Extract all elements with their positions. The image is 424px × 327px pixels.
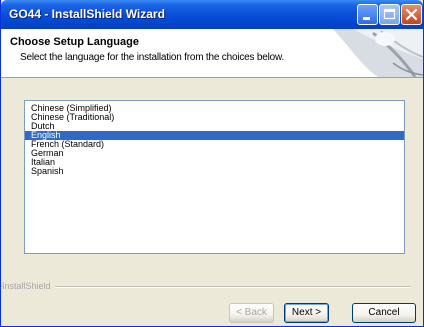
wizard-header: Choose Setup Language Select the languag… <box>1 29 423 78</box>
language-option[interactable]: Spanish <box>25 167 404 176</box>
branding-label: InstallShield <box>2 281 55 291</box>
minimize-icon <box>363 17 370 20</box>
language-listbox[interactable]: Chinese (Simplified) Chinese (Traditional… <box>24 100 405 254</box>
back-button[interactable]: < Back <box>229 303 274 323</box>
language-option[interactable]: French (Standard) <box>25 140 404 149</box>
page-subtitle: Select the language for the installation… <box>20 52 285 63</box>
branding-divider <box>1 286 411 288</box>
language-option[interactable]: German <box>25 149 404 158</box>
maximize-icon <box>383 8 396 20</box>
page-title: Choose Setup Language <box>10 36 139 48</box>
minimize-button[interactable] <box>357 4 378 25</box>
close-icon <box>405 8 418 21</box>
title-bar[interactable]: GO44 - InstallShield Wizard <box>1 0 423 29</box>
close-button[interactable] <box>401 4 422 25</box>
cancel-button[interactable]: Cancel <box>352 303 416 323</box>
installshield-wizard-window: GO44 - InstallShield Wizard Choose Setup… <box>0 0 424 327</box>
language-option[interactable]: Italian <box>25 158 404 167</box>
installshield-branding: InstallShield <box>1 281 423 291</box>
installshield-banner-graphic <box>333 29 423 77</box>
maximize-button[interactable] <box>379 4 400 25</box>
language-option[interactable]: Dutch <box>25 122 404 131</box>
window-title: GO44 - InstallShield Wizard <box>9 7 165 21</box>
next-button[interactable]: Next > <box>284 303 329 323</box>
language-option[interactable]: Chinese (Traditional) <box>25 113 404 122</box>
